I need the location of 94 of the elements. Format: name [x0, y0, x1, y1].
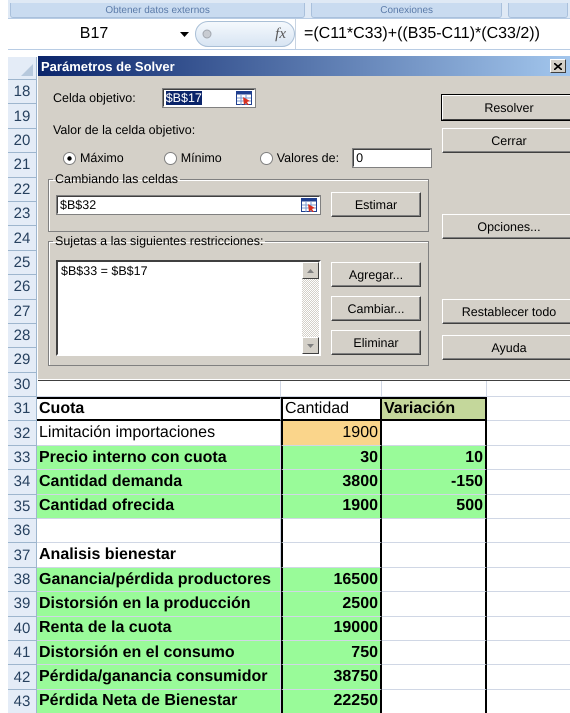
- list-item[interactable]: $B$33 = $B$17: [61, 264, 299, 278]
- row-header[interactable]: 39: [8, 592, 37, 617]
- table-cell: Pérdida/ganancia consumidor: [37, 665, 281, 690]
- constraint-button[interactable]: Eliminar: [331, 330, 421, 355]
- row-header[interactable]: 23: [8, 202, 37, 226]
- table-cell: -150: [382, 470, 487, 495]
- table-cell: 30: [281, 446, 382, 470]
- close-button[interactable]: [550, 59, 566, 73]
- input-field[interactable]: $B$17: [162, 88, 256, 108]
- row-header[interactable]: 41: [8, 640, 37, 666]
- input-field[interactable]: $B$32: [56, 194, 321, 214]
- scrollbar[interactable]: [302, 262, 319, 354]
- field-label: Celda objetivo:: [53, 91, 136, 105]
- table-cell: 3800: [281, 470, 382, 495]
- ribbon-group-label: Conexiones: [311, 3, 502, 18]
- row-header[interactable]: 27: [8, 300, 37, 324]
- scroll-down-icon[interactable]: [307, 344, 314, 348]
- table-cell: 1900: [281, 494, 382, 520]
- row-header[interactable]: 37: [8, 543, 37, 568]
- row-header[interactable]: 32: [8, 421, 37, 446]
- table-cell: Cantidad demanda: [37, 470, 281, 495]
- table-cell: Distorsión en el consumo: [37, 640, 281, 666]
- insert-function-button[interactable]: fx: [273, 26, 288, 42]
- row-header[interactable]: 36: [8, 519, 37, 544]
- row-header[interactable]: 28: [8, 324, 37, 348]
- row-header[interactable]: 24: [8, 226, 37, 251]
- radio-option[interactable]: Valores de:: [260, 151, 340, 165]
- estimate-button[interactable]: Estimar: [331, 192, 421, 217]
- row-header[interactable]: 43: [8, 690, 37, 713]
- row-header[interactable]: 22: [8, 178, 37, 202]
- section-label: Valor de la celda objetivo:: [53, 123, 196, 137]
- table-cell: Pérdida Neta de Bienestar: [37, 690, 281, 713]
- close-icon[interactable]: [554, 62, 562, 70]
- table-cell: 38750: [281, 665, 382, 690]
- table-cell: Variación: [382, 397, 487, 422]
- row-header[interactable]: 29: [8, 348, 37, 373]
- triangle-icon: [21, 64, 33, 76]
- row-header[interactable]: 21: [8, 153, 37, 178]
- ribbon-group-label: Obtener datos externos: [10, 3, 306, 18]
- row-header[interactable]: 20: [8, 128, 37, 154]
- row-header[interactable]: 40: [8, 616, 37, 641]
- caret-icon[interactable]: [180, 32, 189, 36]
- table-cell: Limitación importaciones: [37, 421, 281, 446]
- input-field[interactable]: 0: [352, 148, 432, 168]
- radio-icon[interactable]: [164, 152, 177, 164]
- row-header[interactable]: 30: [8, 372, 37, 398]
- table-cell: Ganancia/pérdida productores: [37, 568, 281, 592]
- radio-icon[interactable]: [260, 152, 273, 164]
- table-cell: 2500: [281, 592, 382, 617]
- row-header[interactable]: 38: [8, 568, 37, 592]
- table-cell: 16500: [281, 568, 382, 592]
- row-header[interactable]: 34: [8, 470, 37, 495]
- constraints-list[interactable]: $B$33 = $B$17: [56, 260, 321, 356]
- radio-icon[interactable]: [63, 152, 76, 164]
- row-header[interactable]: 33: [8, 446, 37, 470]
- table-cell: Precio interno con cuota: [37, 446, 281, 470]
- dialog-button[interactable]: Restablecer todo: [442, 299, 570, 324]
- table-cell: Cantidad ofrecida: [37, 494, 281, 520]
- constraint-button[interactable]: Cambiar...: [331, 296, 421, 321]
- radio-option[interactable]: Máximo: [63, 151, 124, 165]
- table-cell: 19000: [281, 616, 382, 641]
- table-cell: Renta de la cuota: [37, 616, 281, 641]
- table-cell: Distorsión en la producción: [37, 592, 281, 617]
- constraint-button[interactable]: Agregar...: [331, 262, 421, 287]
- table-cell: Analisis bienestar: [37, 543, 281, 568]
- row-header[interactable]: 31: [8, 397, 37, 422]
- formula-field[interactable]: =(C11*C33)+((B35-C11)*(C33/2)): [295, 19, 570, 49]
- table-cell: Cantidad: [281, 397, 382, 422]
- scroll-up-icon[interactable]: [307, 268, 314, 272]
- table-cell: Cuota: [37, 397, 281, 422]
- cell-range-icon[interactable]: [236, 91, 252, 105]
- circle-icon: [202, 29, 212, 39]
- row-header[interactable]: 25: [8, 250, 37, 276]
- radio-option[interactable]: Mínimo: [164, 151, 222, 165]
- table-cell: 500: [382, 494, 487, 520]
- table-cell: 22250: [281, 690, 382, 713]
- table-cell: 10: [382, 446, 487, 470]
- dialog-button[interactable]: Opciones...: [442, 214, 570, 239]
- table-cell: 750: [281, 640, 382, 666]
- row-header[interactable]: 35: [8, 494, 37, 520]
- cell-range-icon[interactable]: [301, 198, 317, 212]
- row-header[interactable]: 42: [8, 665, 37, 690]
- dialog-button[interactable]: Cerrar: [442, 128, 570, 153]
- dialog-title: Parámetros de Solver: [41, 58, 175, 74]
- dialog-button[interactable]: Ayuda: [442, 335, 570, 360]
- row-header[interactable]: 26: [8, 275, 37, 300]
- table-cell: 1900: [281, 421, 382, 446]
- dialog-button[interactable]: Resolver: [442, 95, 570, 120]
- group-label: Sujetas a las siguientes restricciones:: [54, 234, 264, 248]
- ribbon-group: [508, 3, 568, 18]
- name-box[interactable]: B17: [8, 25, 180, 43]
- row-header[interactable]: 19: [8, 104, 37, 129]
- group-label: Cambiando las celdas: [54, 172, 179, 186]
- row-header[interactable]: 18: [8, 80, 37, 104]
